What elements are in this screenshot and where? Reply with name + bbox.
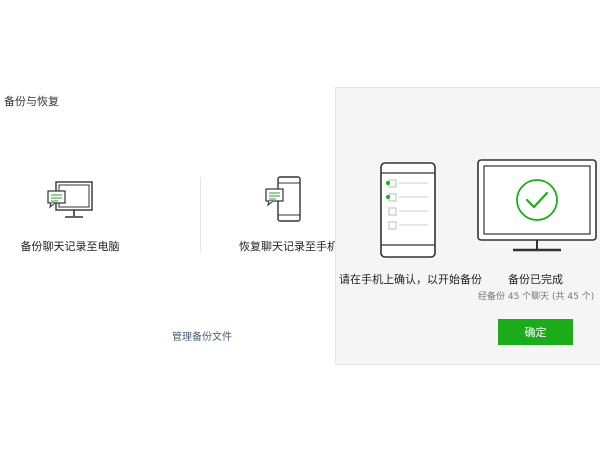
backup-progress-panel: 请在手机上确认，以开始备份 备份已完成 经备份 45 个聊天 (共 45 个) … <box>335 87 600 365</box>
backup-to-pc-option[interactable]: 备份聊天记录至电脑 <box>0 175 140 255</box>
confirm-button[interactable]: 确定 <box>498 319 573 345</box>
phone-chat-icon <box>265 176 301 222</box>
backup-count-detail: 经备份 45 个聊天 (共 45 个) <box>478 292 595 302</box>
manage-backup-files-link[interactable]: 管理备份文件 <box>172 328 232 343</box>
dialog-title: 备份与恢复 <box>4 95 59 108</box>
backup-restore-dialog: 备份与恢复 备份聊天记录至电脑 恢复聊天记录至手机 管理备份文件 <box>0 0 338 450</box>
backup-option-label: 备份聊天记录至电脑 <box>20 240 120 253</box>
computer-chat-icon <box>47 181 93 218</box>
monitor-check-icon <box>477 159 597 252</box>
option-divider <box>200 177 201 252</box>
screen: 备份与恢复 备份聊天记录至电脑 恢复聊天记录至手机 管理备份文件 请在手机上确认… <box>0 0 600 450</box>
phone-checklist-icon <box>380 162 436 258</box>
backup-complete-title: 备份已完成 <box>508 273 563 286</box>
confirm-on-phone-text: 请在手机上确认，以开始备份 <box>339 273 482 286</box>
